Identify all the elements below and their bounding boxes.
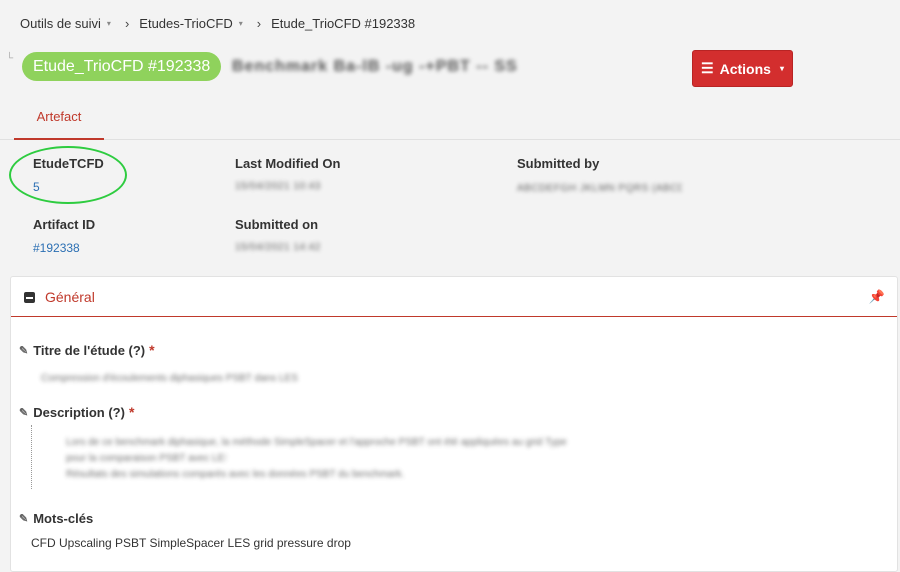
- field-label-last-modified: Last Modified On: [235, 156, 341, 171]
- field-value-artifact-id[interactable]: #192338: [33, 241, 80, 255]
- field-label-text: Mots-clés: [33, 511, 94, 526]
- highlight-circle: [9, 146, 127, 204]
- breadcrumb-label[interactable]: Etude_TrioCFD #192338: [271, 16, 415, 31]
- panel-header: Général 📌: [11, 277, 897, 317]
- field-value-keywords: CFD Upscaling PSBT SimpleSpacer LES grid…: [31, 536, 351, 550]
- field-label-etude: EtudeTCFD: [33, 156, 104, 171]
- field-label-artifact-id: Artifact ID: [33, 217, 96, 232]
- breadcrumb-label[interactable]: Outils de suivi: [20, 16, 101, 31]
- tab-artefact[interactable]: Artefact: [14, 100, 104, 140]
- required-asterisk: *: [149, 342, 155, 358]
- field-value-submitted-on: 15/04/2021 14:42: [235, 242, 321, 253]
- general-panel: Général 📌 ✎ Titre de l'étude (?) * Compr…: [10, 276, 898, 572]
- field-label-text: Description (?): [33, 404, 125, 420]
- field-value-description-line2: pour la comparaison PSBT avec LES.: [66, 453, 226, 464]
- chevron-down-icon[interactable]: ▾: [107, 19, 111, 28]
- field-value-etude[interactable]: 5: [33, 180, 40, 194]
- tab-bar: Artefact: [0, 100, 900, 140]
- breadcrumb: Outils de suivi ▾ › Etudes-TrioCFD ▾ › E…: [20, 16, 415, 31]
- pin-icon[interactable]: 📌: [869, 289, 885, 305]
- field-label-titre: ✎ Titre de l'étude (?) *: [19, 342, 155, 358]
- pencil-icon[interactable]: ✎: [19, 512, 28, 525]
- chevron-down-icon: ▾: [779, 64, 784, 73]
- pencil-icon[interactable]: ✎: [19, 344, 28, 357]
- breadcrumb-item-outils[interactable]: Outils de suivi ▾: [20, 16, 111, 31]
- breadcrumb-item-etudes[interactable]: Etudes-TrioCFD ▾: [139, 16, 242, 31]
- field-value-titre: Compression d'écoulements diphasiques PS…: [41, 373, 298, 384]
- artifact-title-badge: Etude_TrioCFD #192338: [22, 52, 222, 81]
- actions-label: Actions: [719, 60, 771, 77]
- menu-icon: ☰: [701, 60, 714, 76]
- field-label-submitted-on: Submitted on: [235, 217, 319, 232]
- breadcrumb-separator: ›: [124, 16, 130, 31]
- chevron-down-icon[interactable]: ▾: [239, 19, 243, 28]
- field-label-submitted-by: Submitted by: [517, 156, 600, 171]
- field-value-description-line1: Lors de ce benchmark diphasique, la méth…: [66, 437, 567, 448]
- actions-button[interactable]: ☰ Actions ▾: [692, 50, 793, 87]
- field-value-submitted-by[interactable]: ABCDEFGH JKLMN PQRS (ABCDEF): [517, 183, 682, 197]
- panel-title: Général: [45, 289, 95, 305]
- required-asterisk: *: [128, 404, 135, 420]
- artifact-title-text: Benchmark Ba-lB -ug -+PBT -- SS: [232, 58, 518, 75]
- field-value-description-line3: Résultats des simulations comparés avec …: [66, 469, 405, 480]
- pencil-icon[interactable]: ✎: [19, 406, 28, 419]
- collapse-icon[interactable]: [24, 292, 35, 303]
- breadcrumb-separator: ›: [256, 16, 262, 31]
- breadcrumb-label[interactable]: Etudes-TrioCFD: [139, 16, 232, 31]
- field-label-text: Titre de l'étude (?): [33, 342, 146, 358]
- field-label-description: ✎ Description (?) *: [19, 404, 134, 420]
- tree-connector-icon: └: [6, 53, 14, 64]
- field-value-last-modified: 15/04/2021 10:43: [235, 181, 321, 192]
- description-quote-bar: [31, 425, 33, 489]
- field-label-keywords: ✎ Mots-clés: [19, 511, 93, 526]
- breadcrumb-item-current[interactable]: Etude_TrioCFD #192338: [271, 16, 415, 31]
